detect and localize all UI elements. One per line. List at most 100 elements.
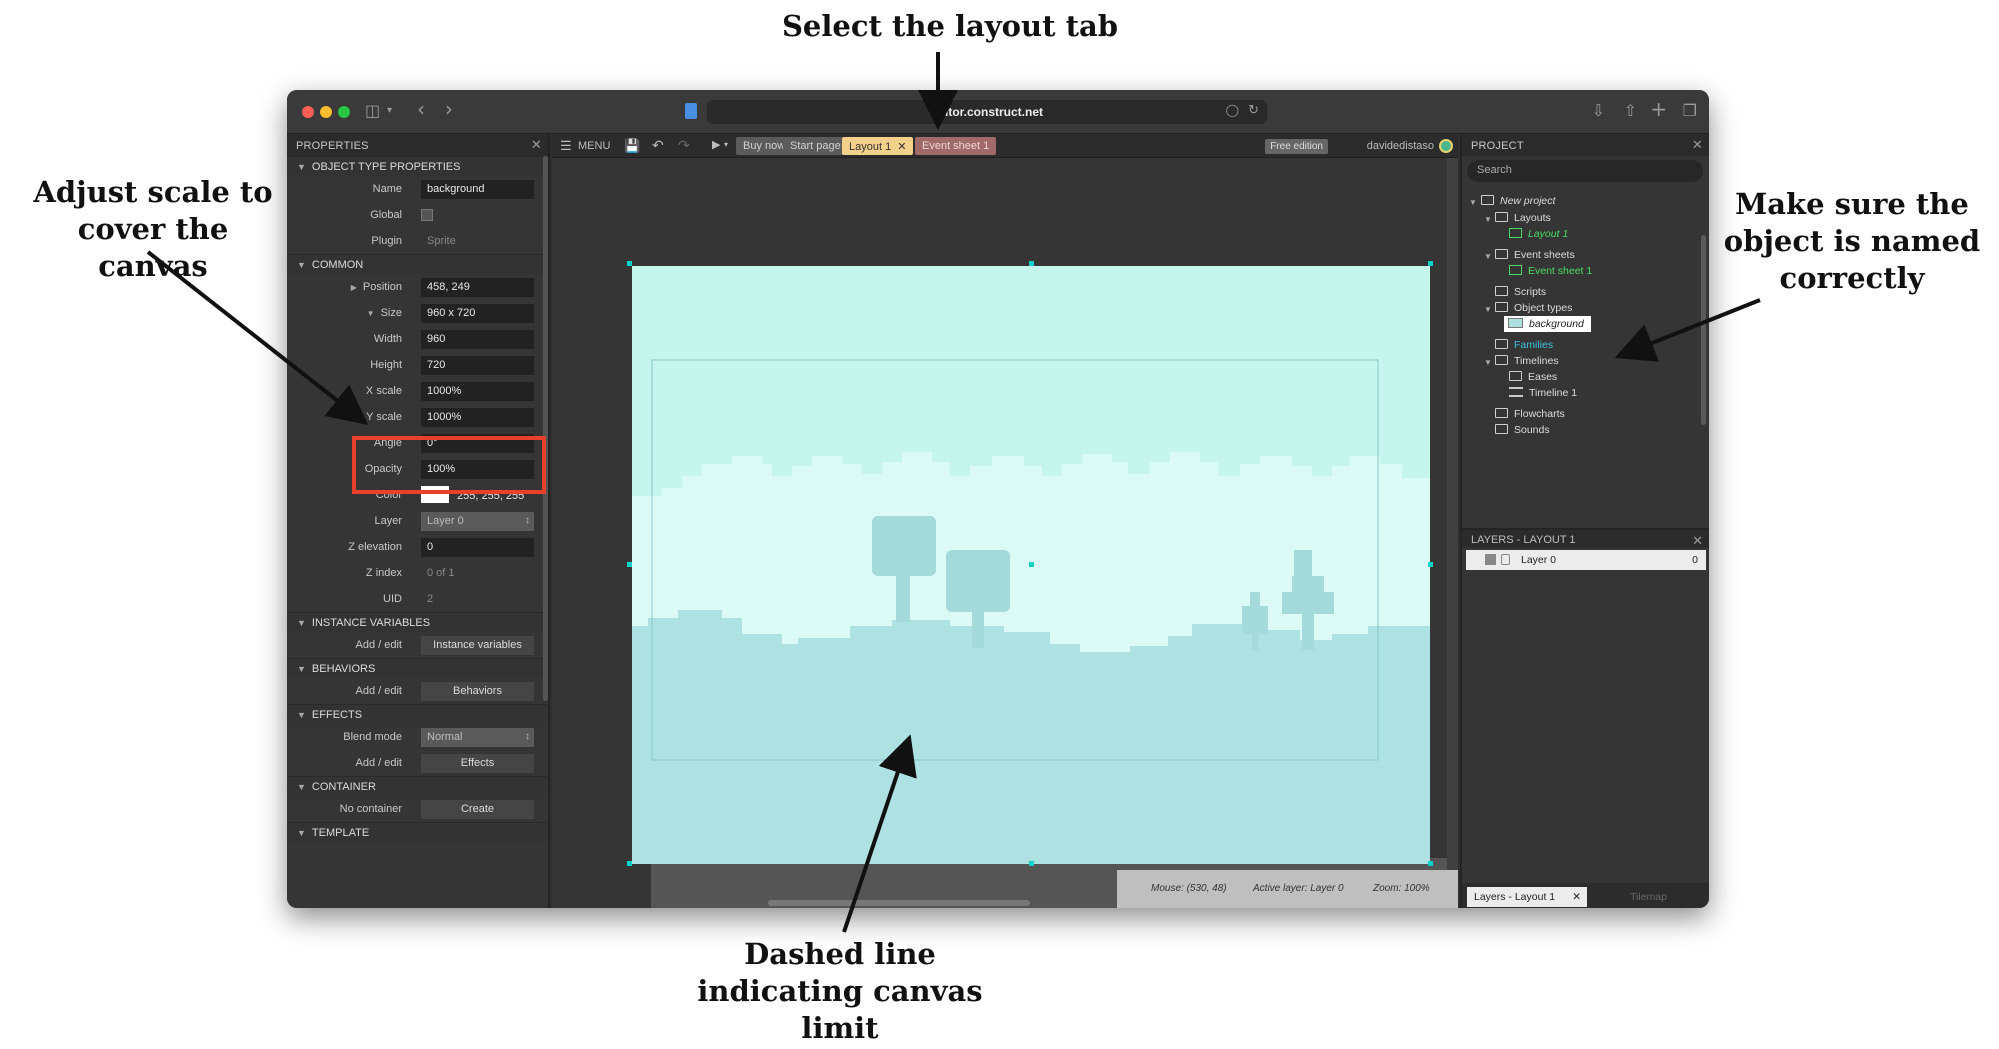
section-container[interactable]: ▼ Container	[287, 776, 548, 796]
close-tab-icon[interactable]: ✕	[1572, 891, 1581, 903]
lock-icon[interactable]	[1501, 554, 1510, 565]
sidebar-toggle-icon[interactable]: ◫	[365, 101, 380, 120]
x-scale-field[interactable]: 1000%	[421, 382, 534, 401]
resize-handle[interactable]	[627, 861, 632, 866]
redo-icon[interactable]: ↷	[678, 137, 690, 154]
tree-layout-1[interactable]: Layout 1	[1509, 228, 1568, 240]
tab-layers-layout-1[interactable]: Layers - Layout 1 ✕	[1467, 887, 1587, 907]
tab-layout-1[interactable]: Layout 1 ✕	[842, 137, 914, 155]
tab-overview-icon[interactable]: ❐	[1683, 101, 1697, 120]
tab-start-page[interactable]: Start page	[783, 137, 848, 155]
collapse-icon[interactable]: ▼	[1484, 252, 1492, 261]
collapse-icon[interactable]: ▼	[1484, 358, 1492, 367]
tree-object-types[interactable]: Object types	[1495, 302, 1572, 314]
translate-icon[interactable]: ◯	[1226, 103, 1239, 117]
tree-eases[interactable]: Eases	[1509, 371, 1557, 383]
tree-families[interactable]: Families	[1495, 339, 1553, 351]
layer-row[interactable]: Layer 0 0	[1466, 550, 1706, 570]
resize-handle[interactable]	[1428, 562, 1433, 567]
resize-handle[interactable]	[1029, 861, 1034, 866]
tree-label: Sounds	[1514, 424, 1550, 436]
tab-event-sheet-1[interactable]: Event sheet 1	[915, 137, 997, 155]
resize-handle[interactable]	[1428, 861, 1433, 866]
resize-handle[interactable]	[627, 261, 632, 266]
tree-layouts[interactable]: Layouts	[1495, 212, 1551, 224]
tree-event-sheet-1[interactable]: Event sheet 1	[1509, 265, 1592, 277]
behaviors-button[interactable]: Behaviors	[421, 682, 534, 701]
resize-handle[interactable]	[627, 562, 632, 567]
tab-tilemap[interactable]: Tilemap	[1630, 891, 1667, 903]
section-behaviors[interactable]: ▼ Behaviors	[287, 658, 548, 678]
forward-icon[interactable]: ›	[445, 97, 453, 121]
layer-visible-checkbox[interactable]	[1485, 554, 1496, 565]
collapse-icon[interactable]: ▼	[1469, 198, 1477, 207]
tree-sounds[interactable]: Sounds	[1495, 424, 1550, 436]
width-field[interactable]: 960	[421, 330, 534, 349]
close-tab-icon[interactable]: ✕	[897, 141, 906, 153]
tree-background-object[interactable]: background	[1504, 316, 1591, 332]
z-elevation-field[interactable]: 0	[421, 538, 534, 557]
position-field[interactable]: 458, 249	[421, 278, 534, 297]
blend-mode-select[interactable]: Normal	[421, 728, 534, 747]
tree-timeline-1[interactable]: Timeline 1	[1509, 387, 1577, 399]
section-object-type[interactable]: ▼ Object type properties	[287, 156, 548, 176]
username[interactable]: davidedistaso	[1367, 140, 1434, 152]
free-edition-badge[interactable]: Free edition	[1265, 139, 1328, 154]
height-field[interactable]: 720	[421, 356, 534, 375]
resize-handle[interactable]	[1428, 261, 1433, 266]
address-bar[interactable]: editor.construct.net ◯ ↻	[707, 100, 1267, 124]
prop-width-row: Width 960	[287, 326, 548, 352]
project-search-input[interactable]: Search	[1467, 160, 1703, 182]
minimize-window-button[interactable]	[320, 106, 332, 118]
collapse-icon[interactable]: ▼	[1484, 305, 1492, 314]
effects-button[interactable]: Effects	[421, 754, 534, 773]
editor-vertical-scrollbar[interactable]	[1447, 158, 1458, 908]
chevron-down-icon[interactable]: ▾	[387, 105, 392, 116]
tree-event-sheets[interactable]: Event sheets	[1495, 249, 1575, 261]
resize-handle[interactable]	[1029, 261, 1034, 266]
close-icon[interactable]: ✕	[531, 137, 542, 153]
section-template[interactable]: ▼ Template	[287, 822, 548, 842]
download-icon[interactable]: ⇩	[1592, 101, 1605, 120]
tab-label: Layout 1	[849, 141, 892, 153]
section-instance-variables[interactable]: ▼ Instance variables	[287, 612, 548, 632]
close-icon[interactable]: ✕	[1692, 137, 1703, 153]
name-field[interactable]: background	[421, 180, 534, 199]
section-effects[interactable]: ▼ Effects	[287, 704, 548, 724]
instance-variables-button[interactable]: Instance variables	[421, 636, 534, 655]
save-icon[interactable]: 💾	[624, 138, 640, 154]
undo-icon[interactable]: ↶	[652, 137, 664, 154]
share-icon[interactable]: ⇧	[1624, 101, 1637, 120]
collapse-icon[interactable]: ▼	[367, 309, 375, 318]
avatar[interactable]	[1439, 139, 1453, 153]
tree-label: Object types	[1514, 302, 1573, 314]
reload-icon[interactable]: ↻	[1248, 103, 1259, 118]
tree-scripts[interactable]: Scripts	[1495, 286, 1546, 298]
tree-timelines[interactable]: Timelines	[1495, 355, 1559, 367]
menu-icon[interactable]: ☰	[560, 138, 572, 154]
size-field[interactable]: 960 x 720	[421, 304, 534, 323]
layer-select[interactable]: Layer 0	[421, 512, 534, 531]
prop-label: Blend mode	[343, 731, 402, 743]
section-common[interactable]: ▼ Common	[287, 254, 548, 274]
editor-horizontal-scrollbar[interactable]	[768, 900, 1030, 906]
resize-handle[interactable]	[1029, 562, 1034, 567]
expand-icon[interactable]: ▶	[351, 283, 357, 292]
layout-canvas[interactable]	[552, 158, 1458, 908]
create-container-button[interactable]: Create	[421, 800, 534, 819]
back-icon[interactable]: ‹	[417, 97, 425, 121]
play-icon[interactable]: ▶	[712, 138, 720, 151]
close-icon[interactable]: ✕	[1692, 533, 1703, 549]
maximize-window-button[interactable]	[338, 106, 350, 118]
y-scale-field[interactable]: 1000%	[421, 408, 534, 427]
tree-root[interactable]: New project	[1481, 195, 1555, 207]
close-window-button[interactable]	[302, 106, 314, 118]
collapse-icon[interactable]: ▼	[1484, 215, 1492, 224]
folder-icon	[1495, 212, 1508, 222]
play-dropdown-icon[interactable]: ▾	[724, 140, 728, 149]
tree-flowcharts[interactable]: Flowcharts	[1495, 408, 1565, 420]
project-scrollbar[interactable]	[1701, 235, 1706, 425]
new-tab-icon[interactable]: +	[1650, 97, 1667, 121]
menu-button[interactable]: MENU	[578, 140, 610, 152]
global-checkbox[interactable]	[421, 209, 433, 221]
